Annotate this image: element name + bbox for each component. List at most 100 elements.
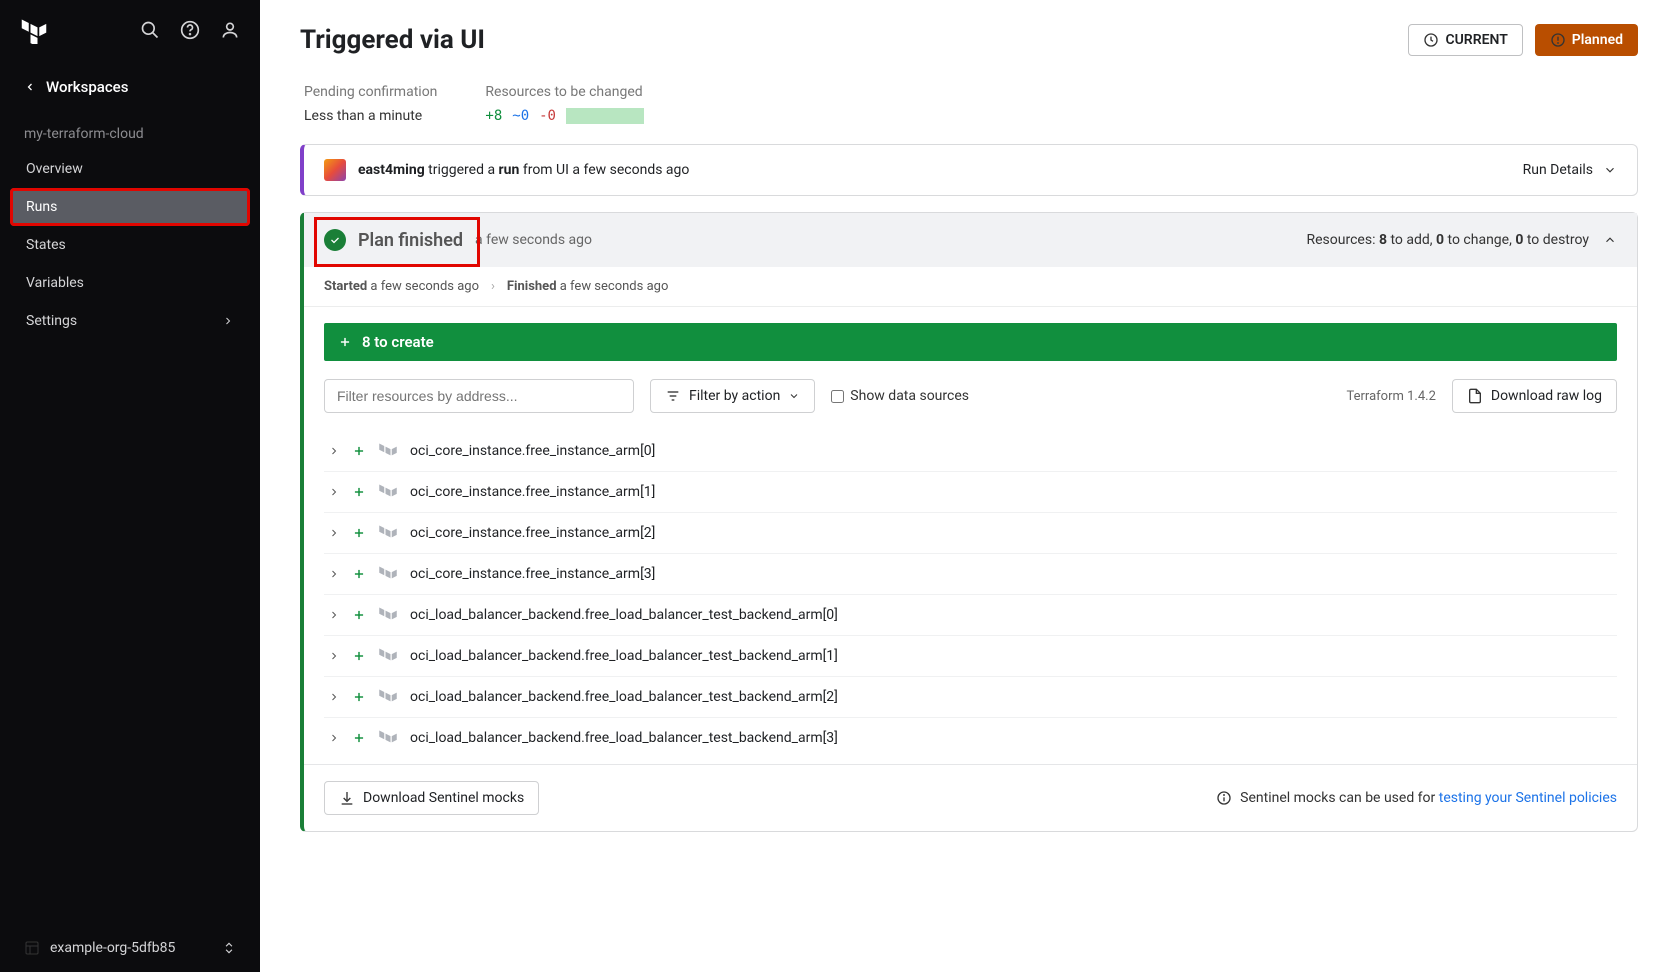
resource-row[interactable]: oci_load_balancer_backend.free_load_bala… [324,717,1617,758]
plan-status-title: Plan finished [358,230,463,251]
planned-button[interactable]: Planned [1535,24,1638,56]
change-add: +8 [485,108,502,124]
create-banner[interactable]: 8 to create [324,323,1617,361]
resources-label: Resources to be changed [485,84,644,100]
resource-address: oci_core_instance.free_instance_arm[2] [410,525,655,541]
download-icon [339,790,355,806]
chevron-right-icon [328,568,340,580]
triggered-text: east4ming triggered a run from UI a few … [358,162,689,178]
resource-row[interactable]: oci_core_instance.free_instance_arm[3] [324,553,1617,594]
change-del: -0 [539,108,556,124]
chevron-down-icon [788,390,800,402]
plus-icon [352,444,366,458]
terraform-icon [378,482,398,502]
plus-icon [352,731,366,745]
sidebar: Workspaces my-terraform-cloud Overview R… [0,0,260,972]
current-button[interactable]: CURRENT [1408,24,1522,56]
plan-card: Plan finished a few seconds ago Resource… [300,212,1638,832]
main-content: Triggered via UI CURRENT Planned Pending… [260,0,1678,972]
sidebar-item-runs[interactable]: Runs [10,188,250,226]
back-label: Workspaces [46,78,128,96]
sidebar-item-settings[interactable]: Settings [0,302,260,340]
terraform-icon [378,687,398,707]
plus-icon [352,649,366,663]
resource-address: oci_load_balancer_backend.free_load_bala… [410,730,838,746]
plus-icon [352,690,366,704]
info-icon [1216,790,1232,806]
sentinel-link[interactable]: testing your Sentinel policies [1439,790,1617,806]
terraform-icon [378,605,398,625]
resource-row[interactable]: oci_load_balancer_backend.free_load_bala… [324,676,1617,717]
pending-value: Less than a minute [304,108,437,124]
sentinel-note-text: Sentinel mocks can be used for testing y… [1240,790,1617,806]
back-to-workspaces[interactable]: Workspaces [0,60,260,114]
download-raw-log[interactable]: Download raw log [1452,379,1617,413]
updown-icon [222,941,236,955]
change-mod: ~0 [512,108,529,124]
terraform-icon [378,441,398,461]
resource-row[interactable]: oci_core_instance.free_instance_arm[2] [324,512,1617,553]
show-data-checkbox[interactable] [831,390,844,403]
org-icon [24,940,40,956]
run-details-toggle[interactable]: Run Details [1523,162,1617,178]
resource-row[interactable]: oci_core_instance.free_instance_arm[1] [324,471,1617,512]
workspace-name: my-terraform-cloud [0,114,260,150]
plus-icon [338,335,352,349]
change-bar [566,108,644,124]
chevron-right-icon [328,691,340,703]
resource-address: oci_load_balancer_backend.free_load_bala… [410,607,838,623]
show-data-sources[interactable]: Show data sources [831,388,969,404]
filter-by-action[interactable]: Filter by action [650,379,815,413]
pending-label: Pending confirmation [304,84,437,100]
page-title: Triggered via UI [300,25,485,55]
resource-address: oci_load_balancer_backend.free_load_bala… [410,689,838,705]
resource-list: oci_core_instance.free_instance_arm[0] o… [304,431,1637,758]
plus-icon [352,526,366,540]
search-icon[interactable] [140,20,160,40]
filter-input[interactable] [324,379,634,413]
alert-icon [1550,32,1566,48]
plus-icon [352,567,366,581]
sidebar-item-variables[interactable]: Variables [0,264,260,302]
triggered-card: east4ming triggered a run from UI a few … [300,144,1638,196]
resource-address: oci_core_instance.free_instance_arm[0] [410,443,655,459]
sidebar-item-states[interactable]: States [0,226,260,264]
clock-icon [1423,32,1439,48]
resource-row[interactable]: oci_load_balancer_backend.free_load_bala… [324,635,1617,676]
terraform-icon [378,646,398,666]
started-line: Started a few seconds ago [324,279,479,294]
user-icon[interactable] [220,20,240,40]
chevron-right-icon [328,732,340,744]
plus-icon [352,608,366,622]
chevron-right-icon [328,650,340,662]
file-icon [1467,388,1483,404]
avatar [324,159,346,181]
resource-row[interactable]: oci_core_instance.free_instance_arm[0] [324,431,1617,471]
plan-status-time: a few seconds ago [475,232,592,248]
sidebar-item-overview[interactable]: Overview [0,150,260,188]
chevron-right-icon [222,315,234,327]
chevron-down-icon [1603,163,1617,177]
terraform-icon [378,728,398,748]
resource-address: oci_core_instance.free_instance_arm[1] [410,484,655,500]
finished-line: Finished a few seconds ago [507,279,668,294]
resource-address: oci_core_instance.free_instance_arm[3] [410,566,655,582]
chevron-right-icon [328,527,340,539]
resource-address: oci_load_balancer_backend.free_load_bala… [410,648,838,664]
download-sentinel-mocks[interactable]: Download Sentinel mocks [324,781,539,815]
filter-icon [665,388,681,404]
org-switcher[interactable]: example-org-5dfb85 [0,924,260,972]
chevron-right-icon [328,486,340,498]
plan-summary: Resources: 8 to add, 0 to change, 0 to d… [1307,232,1590,248]
terraform-icon [378,564,398,584]
terraform-version: Terraform 1.4.2 [1346,389,1435,404]
chevron-up-icon[interactable] [1603,233,1617,247]
resource-row[interactable]: oci_load_balancer_backend.free_load_bala… [324,594,1617,635]
plus-icon [352,485,366,499]
chevron-right-icon [328,445,340,457]
terraform-icon [378,523,398,543]
help-icon[interactable] [180,20,200,40]
chevron-right-icon [328,609,340,621]
check-circle-icon [324,229,346,251]
terraform-logo-icon [20,16,48,44]
